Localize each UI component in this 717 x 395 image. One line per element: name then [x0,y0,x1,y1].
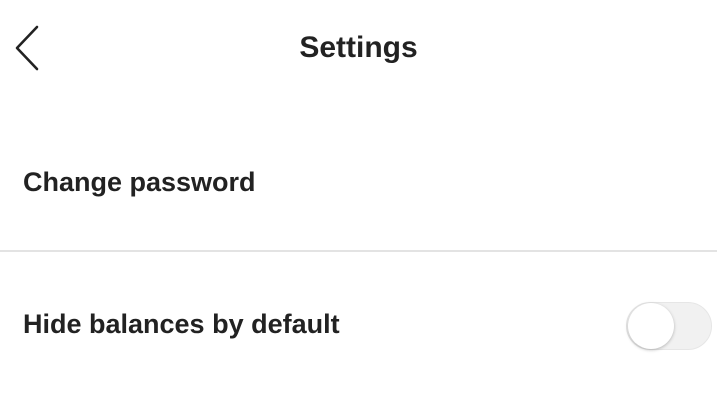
settings-item-change-password[interactable]: Change password [0,110,717,252]
settings-item-hide-balances: Hide balances by default [0,252,717,395]
header: Settings [0,0,717,96]
settings-item-label: Hide balances by default [23,309,340,339]
settings-list: Change password Hide balances by default [0,110,717,395]
hide-balances-toggle[interactable] [626,302,712,350]
toggle-knob [628,303,674,349]
settings-item-label: Change password [23,167,256,197]
page-title: Settings [299,31,418,64]
